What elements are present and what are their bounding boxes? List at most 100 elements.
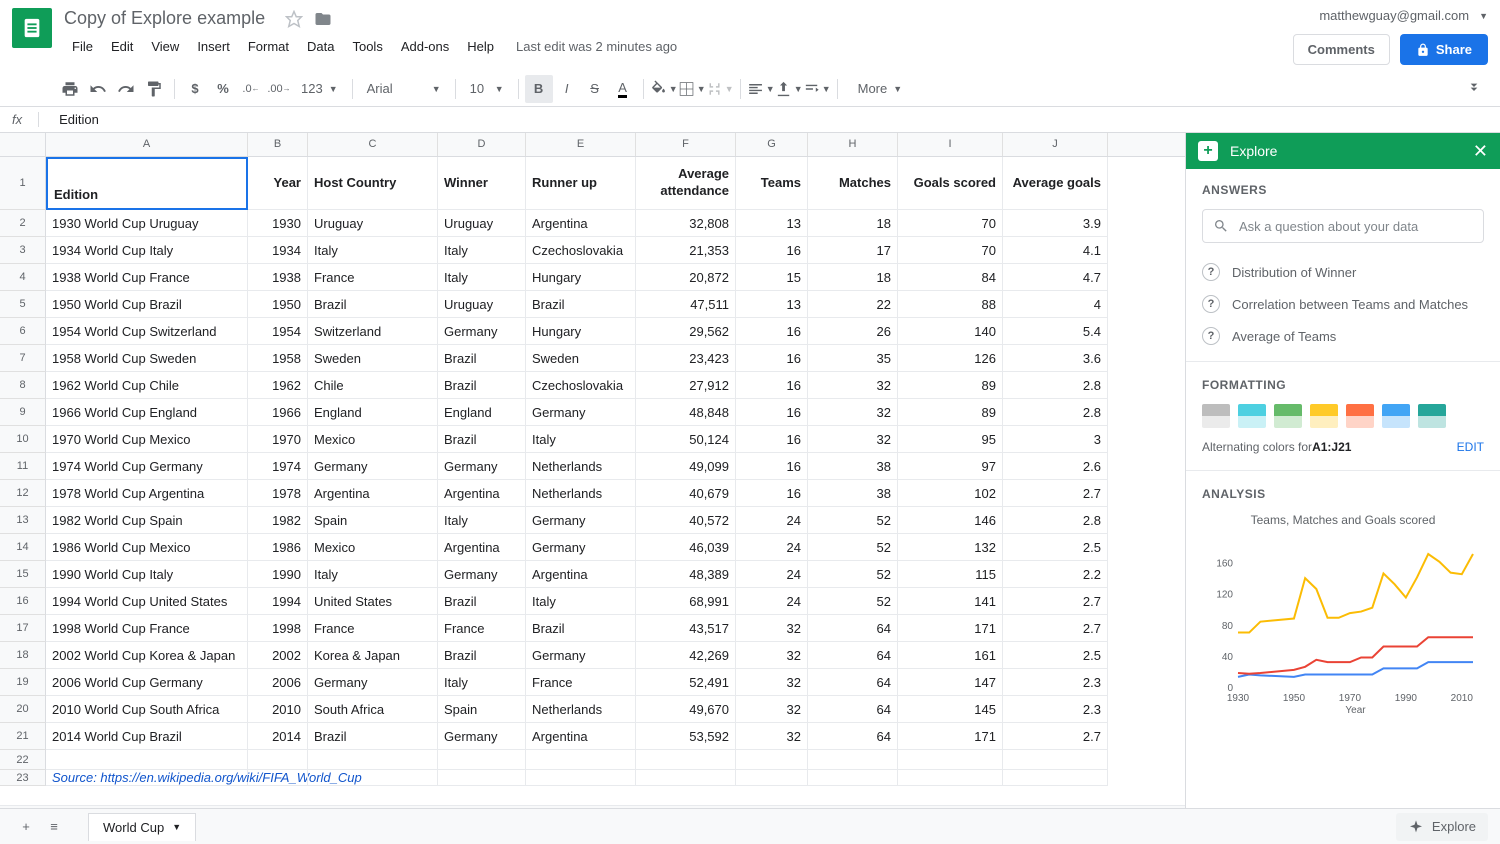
cell[interactable]: 2.8: [1003, 507, 1108, 534]
row-header[interactable]: 19: [0, 669, 46, 696]
color-swatch[interactable]: [1238, 404, 1266, 428]
row-header[interactable]: 10: [0, 426, 46, 453]
cell[interactable]: 64: [808, 723, 898, 750]
cell[interactable]: 42,269: [636, 642, 736, 669]
halign-icon[interactable]: ▼: [747, 75, 775, 103]
cell[interactable]: Italy: [308, 561, 438, 588]
star-icon[interactable]: [285, 10, 303, 31]
cell[interactable]: 16: [736, 399, 808, 426]
cell[interactable]: Germany: [526, 399, 636, 426]
cell[interactable]: 35: [808, 345, 898, 372]
cell[interactable]: 2.5: [1003, 642, 1108, 669]
cell[interactable]: Brazil: [526, 615, 636, 642]
cell[interactable]: Hungary: [526, 318, 636, 345]
col-header-H[interactable]: H: [808, 133, 898, 156]
cell[interactable]: Germany: [308, 453, 438, 480]
cell[interactable]: 2010: [248, 696, 308, 723]
number-format-select[interactable]: 123 ▼: [293, 75, 346, 103]
menu-edit[interactable]: Edit: [103, 35, 141, 58]
cell[interactable]: Uruguay: [438, 291, 526, 318]
row-header[interactable]: 17: [0, 615, 46, 642]
cell[interactable]: 32: [808, 399, 898, 426]
menu-data[interactable]: Data: [299, 35, 342, 58]
cell[interactable]: [808, 770, 898, 786]
cell[interactable]: Netherlands: [526, 696, 636, 723]
font-select[interactable]: Arial▼: [359, 75, 449, 103]
cell[interactable]: 18: [808, 264, 898, 291]
cell[interactable]: 4.1: [1003, 237, 1108, 264]
cell[interactable]: 4.7: [1003, 264, 1108, 291]
cell[interactable]: 2.3: [1003, 669, 1108, 696]
cell[interactable]: 2.7: [1003, 588, 1108, 615]
cell[interactable]: 24: [736, 588, 808, 615]
cell[interactable]: 126: [898, 345, 1003, 372]
row-header[interactable]: 11: [0, 453, 46, 480]
cell[interactable]: 2.7: [1003, 723, 1108, 750]
cell[interactable]: 32: [736, 669, 808, 696]
cell[interactable]: Goals scored: [898, 157, 1003, 210]
user-email[interactable]: matthewguay@gmail.com: [1319, 8, 1469, 23]
cell[interactable]: 1966 World Cup England: [46, 399, 248, 426]
cell[interactable]: 89: [898, 399, 1003, 426]
cell[interactable]: Average attendance: [636, 157, 736, 210]
cell[interactable]: 64: [808, 642, 898, 669]
cell[interactable]: Italy: [438, 264, 526, 291]
cell[interactable]: 1962: [248, 372, 308, 399]
currency-icon[interactable]: $: [181, 75, 209, 103]
cell[interactable]: Italy: [308, 237, 438, 264]
cell[interactable]: 22: [808, 291, 898, 318]
col-header-D[interactable]: D: [438, 133, 526, 156]
cell[interactable]: 40,572: [636, 507, 736, 534]
cell[interactable]: 16: [736, 318, 808, 345]
cell[interactable]: 32: [736, 642, 808, 669]
row-header[interactable]: 3: [0, 237, 46, 264]
cell[interactable]: 115: [898, 561, 1003, 588]
edit-link[interactable]: EDIT: [1457, 440, 1484, 454]
cell[interactable]: 23,423: [636, 345, 736, 372]
more-button[interactable]: More ▼: [850, 75, 911, 103]
cell[interactable]: France: [526, 669, 636, 696]
user-menu-arrow[interactable]: ▼: [1479, 11, 1488, 21]
cell[interactable]: 1970: [248, 426, 308, 453]
cell[interactable]: 1978: [248, 480, 308, 507]
cell[interactable]: Germany: [438, 561, 526, 588]
cell[interactable]: 1990: [248, 561, 308, 588]
cell[interactable]: 2014 World Cup Brazil: [46, 723, 248, 750]
cell[interactable]: Germany: [308, 669, 438, 696]
cell[interactable]: United States: [308, 588, 438, 615]
cell[interactable]: 48,389: [636, 561, 736, 588]
cell[interactable]: 70: [898, 237, 1003, 264]
cell[interactable]: 2.8: [1003, 399, 1108, 426]
cell[interactable]: Year: [248, 157, 308, 210]
cell[interactable]: 1930 World Cup Uruguay: [46, 210, 248, 237]
percent-icon[interactable]: %: [209, 75, 237, 103]
row-header[interactable]: 5: [0, 291, 46, 318]
cell[interactable]: 2002 World Cup Korea & Japan: [46, 642, 248, 669]
row-header[interactable]: 15: [0, 561, 46, 588]
cell[interactable]: Czechoslovakia: [526, 372, 636, 399]
cell[interactable]: France: [308, 264, 438, 291]
cell[interactable]: Netherlands: [526, 480, 636, 507]
last-edit-text[interactable]: Last edit was 2 minutes ago: [516, 39, 677, 54]
cell[interactable]: 1974 World Cup Germany: [46, 453, 248, 480]
cell[interactable]: 2.8: [1003, 372, 1108, 399]
cell[interactable]: Host Country: [308, 157, 438, 210]
cell[interactable]: [898, 770, 1003, 786]
cell[interactable]: 1998 World Cup France: [46, 615, 248, 642]
cell[interactable]: 1994 World Cup United States: [46, 588, 248, 615]
cell[interactable]: 4: [1003, 291, 1108, 318]
close-icon[interactable]: ✕: [1473, 141, 1488, 162]
cell[interactable]: England: [438, 399, 526, 426]
row-header[interactable]: 14: [0, 534, 46, 561]
color-swatch[interactable]: [1274, 404, 1302, 428]
cell[interactable]: Argentina: [438, 480, 526, 507]
sheets-logo[interactable]: [12, 8, 52, 48]
cell[interactable]: 40,679: [636, 480, 736, 507]
cell[interactable]: Czechoslovakia: [526, 237, 636, 264]
cell[interactable]: Germany: [526, 642, 636, 669]
cell[interactable]: 97: [898, 453, 1003, 480]
menu-add-ons[interactable]: Add-ons: [393, 35, 457, 58]
cell[interactable]: 16: [736, 426, 808, 453]
cell[interactable]: 88: [898, 291, 1003, 318]
borders-icon[interactable]: ▼: [678, 75, 706, 103]
